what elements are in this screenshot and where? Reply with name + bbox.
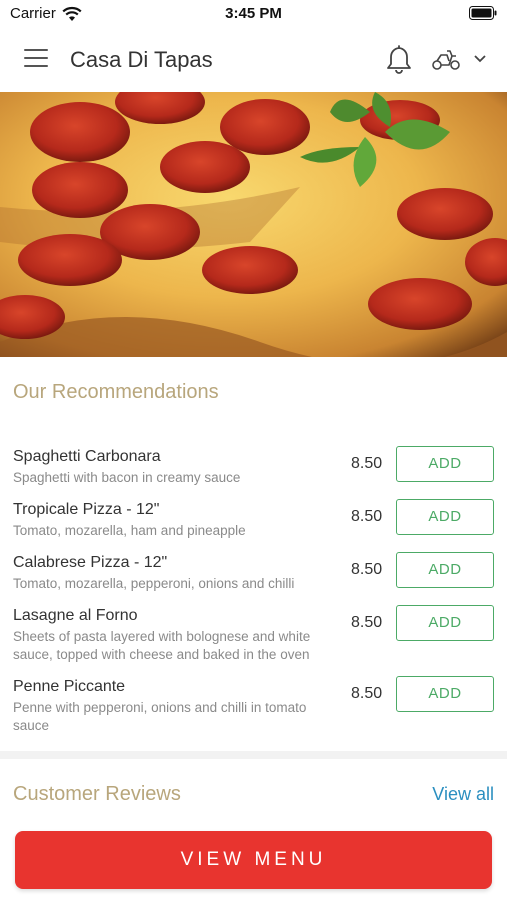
item-description: Sheets of pasta layered with bolognese a…	[13, 629, 311, 662]
item-name: Lasagne al Forno	[13, 607, 138, 624]
app-header: Casa Di Tapas	[0, 28, 507, 92]
add-button[interactable]: ADD	[396, 552, 494, 588]
item-name: Penne Piccante	[13, 678, 126, 695]
restaurant-title: Casa Di Tapas	[70, 47, 213, 72]
item-description: Tomato, mozarella, pepperoni, onions and…	[13, 576, 295, 591]
chevron-down-icon[interactable]	[473, 54, 487, 64]
item-name: Tropicale Pizza - 12"	[13, 501, 160, 518]
item-name: Spaghetti Carbonara	[13, 448, 161, 465]
add-button[interactable]: ADD	[396, 676, 494, 712]
clock: 3:45 PM	[225, 5, 282, 22]
item-description: Spaghetti with bacon in creamy sauce	[13, 470, 241, 485]
add-button[interactable]: ADD	[396, 605, 494, 641]
scooter-icon[interactable]	[431, 47, 461, 71]
hero-pizza-image	[0, 92, 507, 357]
item-price: 8.50	[351, 614, 383, 631]
item-price: 8.50	[351, 508, 383, 525]
bell-icon[interactable]	[386, 44, 412, 74]
view-all-reviews-link[interactable]: View all	[432, 784, 494, 805]
menu-icon[interactable]	[24, 49, 48, 69]
item-price: 8.50	[351, 455, 383, 472]
section-divider	[0, 751, 507, 759]
recommendations-heading: Our Recommendations	[13, 381, 219, 403]
add-button[interactable]: ADD	[396, 499, 494, 535]
item-price: 8.50	[351, 685, 383, 702]
reviews-heading: Customer Reviews	[13, 783, 181, 805]
view-menu-button[interactable]: VIEW MENU	[15, 831, 492, 889]
status-bar: Carrier 3:45 PM	[0, 0, 507, 28]
item-description: Tomato, mozarella, ham and pineapple	[13, 523, 246, 538]
item-price: 8.50	[351, 561, 383, 578]
pizza-illustration	[0, 92, 507, 357]
item-description: Penne with pepperoni, onions and chilli …	[13, 700, 307, 733]
battery-icon	[469, 6, 497, 20]
add-button[interactable]: ADD	[396, 446, 494, 482]
item-name: Calabrese Pizza - 12"	[13, 554, 168, 571]
